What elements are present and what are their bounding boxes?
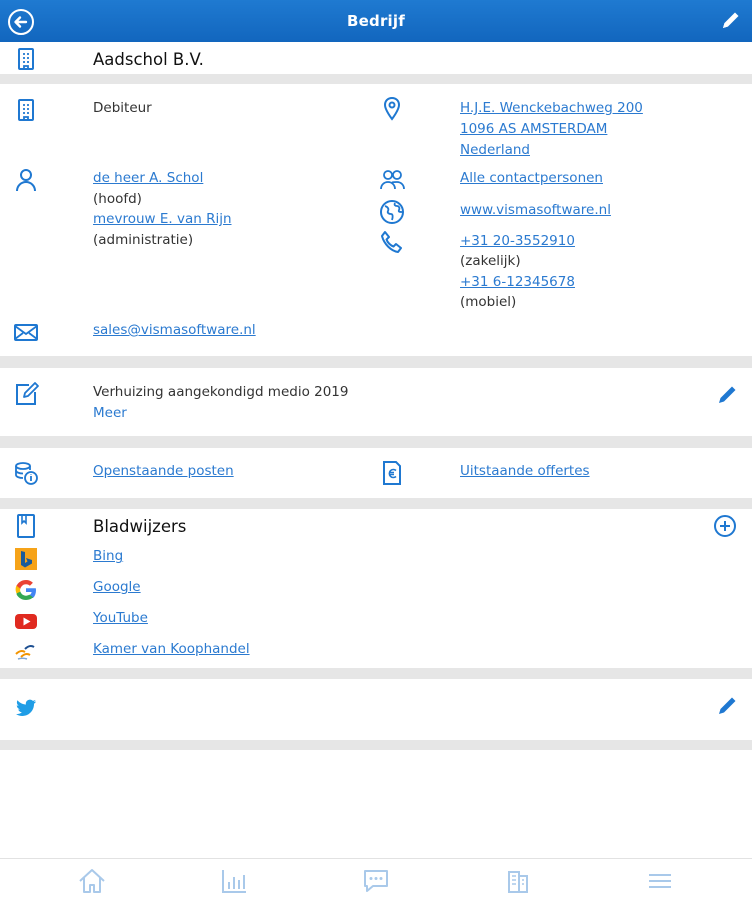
address-line-1[interactable]: H.J.E. Wenckebachweg 200 xyxy=(460,100,643,116)
phone-number-2[interactable]: +31 6-12345678 xyxy=(460,274,575,290)
youtube-icon xyxy=(15,614,37,629)
bookmark-link-google[interactable]: Google xyxy=(93,579,141,595)
person-icon xyxy=(16,169,36,192)
globe-icon xyxy=(380,200,404,224)
contact-name-2[interactable]: mevrouw E. van Rijn xyxy=(93,211,232,227)
home-icon[interactable] xyxy=(77,867,107,895)
note-icon xyxy=(16,382,39,405)
bookmark-link-bing[interactable]: Bing xyxy=(93,548,123,564)
phone-number-1[interactable]: +31 20-3552910 xyxy=(460,233,575,249)
building-icon xyxy=(18,99,34,121)
menu-icon[interactable] xyxy=(645,867,675,895)
section-divider xyxy=(0,356,752,368)
location-pin-icon xyxy=(383,96,401,121)
edit-company-button[interactable] xyxy=(720,9,742,31)
contacts-group-icon xyxy=(380,170,405,190)
address-line-3[interactable]: Nederland xyxy=(460,142,530,158)
kvk-icon xyxy=(15,644,35,660)
add-bookmark-button[interactable] xyxy=(713,514,737,538)
section-divider xyxy=(0,436,752,448)
section-divider xyxy=(0,74,752,84)
edit-note-button[interactable] xyxy=(716,382,740,406)
phone-type-1: (zakelijk) xyxy=(460,253,521,269)
bar-chart-icon[interactable] xyxy=(219,867,249,895)
chat-icon[interactable] xyxy=(361,867,391,895)
open-items-link[interactable]: Openstaande posten xyxy=(93,463,234,479)
buildings-icon[interactable] xyxy=(503,867,533,895)
page-title: Bedrijf xyxy=(347,12,405,30)
bookmark-link-kvk[interactable]: Kamer van Koophandel xyxy=(93,641,250,657)
note-text: Verhuizing aangekondigd medio 2019 xyxy=(93,384,349,400)
company-name: Aadschol B.V. xyxy=(93,50,204,69)
bookmark-icon xyxy=(17,514,35,538)
building-icon xyxy=(18,48,34,70)
contact-role-2: (administratie) xyxy=(93,232,194,248)
bottom-navigation xyxy=(0,858,752,900)
address-line-2[interactable]: 1096 AS AMSTERDAM xyxy=(460,121,607,137)
phone-icon xyxy=(381,231,402,253)
outstanding-offers-link[interactable]: Uitstaande offertes xyxy=(460,463,590,479)
phone-type-2: (mobiel) xyxy=(460,294,517,310)
bookmark-link-youtube[interactable]: YouTube xyxy=(93,610,148,626)
relation-type: Debiteur xyxy=(93,100,152,116)
google-icon xyxy=(15,580,36,600)
all-contacts-link[interactable]: Alle contactpersonen xyxy=(460,170,603,186)
contact-name-1[interactable]: de heer A. Schol xyxy=(93,170,203,186)
twitter-icon xyxy=(16,699,36,716)
contact-role-1: (hoofd) xyxy=(93,191,142,207)
bing-icon xyxy=(15,548,37,570)
section-divider xyxy=(0,740,752,750)
euro-document-icon xyxy=(383,461,401,485)
section-divider xyxy=(0,668,752,679)
bookmarks-title: Bladwijzers xyxy=(93,517,187,536)
section-divider xyxy=(0,498,752,509)
coins-info-icon xyxy=(15,462,38,485)
website-link[interactable]: www.vismasoftware.nl xyxy=(460,202,611,218)
note-more-link[interactable]: Meer xyxy=(93,405,127,421)
app-bar: Bedrijf xyxy=(0,0,752,42)
mail-icon xyxy=(14,324,38,341)
edit-twitter-button[interactable] xyxy=(716,693,740,717)
email-link[interactable]: sales@vismasoftware.nl xyxy=(93,322,256,338)
